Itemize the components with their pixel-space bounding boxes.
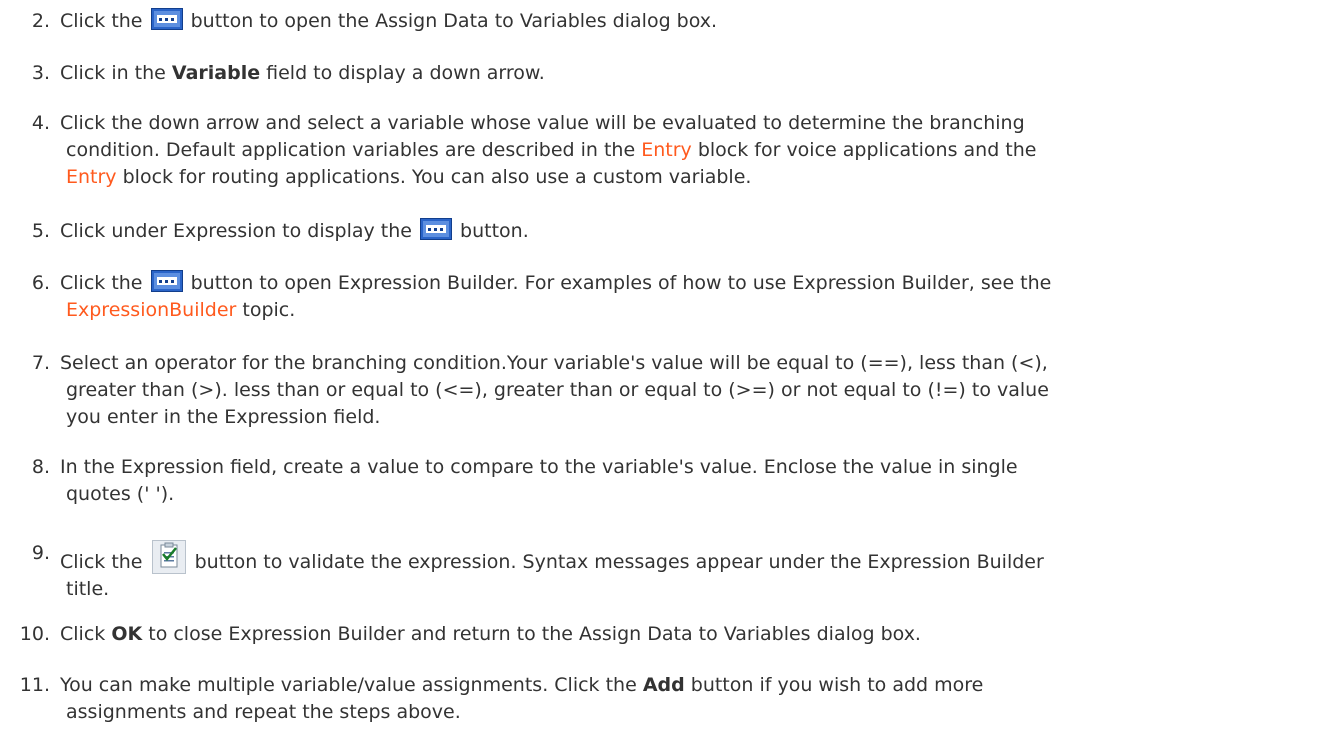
ellipsis-button-icon (150, 8, 183, 30)
ellipsis-button-icon (150, 270, 183, 292)
expressionbuilder-link[interactable]: ExpressionBuilder (66, 299, 236, 321)
instruction-list: 2. Click the button to open the Assign D… (0, 0, 1333, 731)
ok-label: OK (111, 623, 143, 645)
validate-checklist-icon (151, 540, 186, 574)
ellipsis-button-icon (420, 218, 453, 240)
entry-link-routing[interactable]: Entry (66, 166, 117, 188)
variable-field-label: Variable (171, 62, 261, 84)
step-number: 2. (31, 10, 50, 32)
entry-link-voice[interactable]: Entry (641, 139, 692, 161)
add-label: Add (642, 674, 685, 696)
